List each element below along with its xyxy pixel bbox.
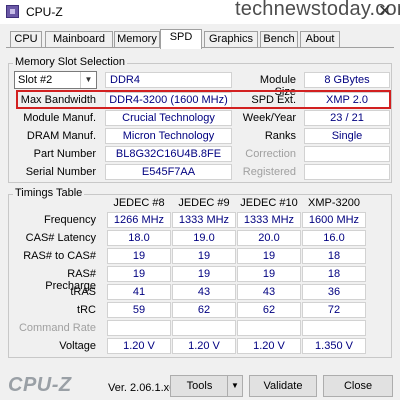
module-manuf-label: Module Manuf. [23, 112, 96, 124]
tab-spd[interactable]: SPD [160, 29, 202, 49]
timings-row-label: Frequency [44, 214, 96, 226]
timings-cell: 41 [107, 284, 171, 300]
tab-mainboard[interactable]: Mainboard [45, 31, 113, 47]
correction-value [304, 146, 390, 162]
timings-cell [237, 320, 301, 336]
timings-cell: 16.0 [302, 230, 366, 246]
timings-cell: 59 [107, 302, 171, 318]
ranks-label: Ranks [264, 130, 296, 142]
memory-slot-group-title: Memory Slot Selection [13, 56, 128, 68]
part-number-label: Part Number [33, 148, 96, 160]
timings-col-header: JEDEC #8 [113, 197, 165, 209]
timings-cell: 36 [302, 284, 366, 300]
timings-cell: 19 [172, 266, 236, 282]
timings-cell: 72 [302, 302, 366, 318]
watermark: technewstoday.com [235, 0, 400, 20]
correction-label: Correction [245, 148, 296, 160]
timings-cell: 19 [107, 266, 171, 282]
module-size-value: 8 GBytes [304, 72, 390, 88]
tab-cpu[interactable]: CPU [10, 31, 42, 47]
title-bar: CPU-Z technewstoday.com ✕ [0, 0, 400, 24]
timings-cell: 19 [237, 248, 301, 264]
timings-cell: 19 [237, 266, 301, 282]
timings-col-header: XMP-3200 [308, 197, 360, 209]
serial-number-label: Serial Number [25, 166, 96, 178]
close-button[interactable]: Close [323, 375, 393, 397]
part-number-value: BL8G32C16U4B.8FE [105, 146, 232, 162]
dram-manuf-label: DRAM Manuf. [26, 130, 96, 142]
ranks-value: Single [304, 128, 390, 144]
timings-row-label: RAS# to CAS# [23, 250, 96, 262]
close-window-icon[interactable]: ✕ [378, 1, 391, 21]
timings-cell: 1266 MHz [107, 212, 171, 228]
module-manuf-value: Crucial Technology [105, 110, 232, 126]
slot-select-value: Slot #2 [18, 74, 53, 86]
timings-group-title: Timings Table [13, 187, 85, 199]
timings-cell [302, 320, 366, 336]
tools-button[interactable]: Tools ▼ [170, 375, 243, 397]
validate-button[interactable]: Validate [249, 375, 317, 397]
cpuz-logo: CPU-Z [8, 374, 72, 396]
chevron-down-icon[interactable]: ▼ [80, 72, 96, 88]
timings-cell: 43 [172, 284, 236, 300]
timings-cell: 62 [172, 302, 236, 318]
week-year-label: Week/Year [242, 112, 296, 124]
timings-cell: 43 [237, 284, 301, 300]
timings-cell: 1.20 V [237, 338, 301, 354]
timings-row-label: Voltage [59, 340, 96, 352]
tab-memory[interactable]: Memory [114, 31, 160, 47]
registered-value [304, 164, 390, 180]
timings-row-label: CAS# Latency [25, 232, 96, 244]
timings-col-header: JEDEC #10 [240, 197, 298, 209]
timings-cell: 19 [172, 248, 236, 264]
timings-row-label: tRC [77, 304, 96, 316]
timings-cell [172, 320, 236, 336]
timings-cell: 1333 MHz [237, 212, 301, 228]
tab-about[interactable]: About [300, 31, 340, 47]
timings-col-header: JEDEC #9 [178, 197, 230, 209]
timings-cell: 1600 MHz [302, 212, 366, 228]
timings-cell: 1.350 V [302, 338, 366, 354]
tools-button-label: Tools [186, 380, 213, 392]
dram-manuf-value: Micron Technology [105, 128, 232, 144]
chevron-down-icon[interactable]: ▼ [227, 376, 242, 396]
timings-cell: 1.20 V [172, 338, 236, 354]
timings-cell: 18 [302, 266, 366, 282]
registered-label: Registered [242, 166, 296, 178]
timings-cell: 1.20 V [107, 338, 171, 354]
timings-cell: 18.0 [107, 230, 171, 246]
timings-cell: 62 [237, 302, 301, 318]
cpuz-app-icon [6, 5, 19, 18]
timings-cell: 20.0 [237, 230, 301, 246]
memory-type-value: DDR4 [105, 72, 232, 88]
tab-bench[interactable]: Bench [260, 31, 298, 47]
timings-cell: 18 [302, 248, 366, 264]
timings-cell [107, 320, 171, 336]
serial-number-value: E545F7AA [105, 164, 232, 180]
window-title: CPU-Z [26, 5, 63, 19]
highlight-box [16, 90, 391, 109]
week-year-value: 23 / 21 [304, 110, 390, 126]
timings-cell: 1333 MHz [172, 212, 236, 228]
timings-cell: 19.0 [172, 230, 236, 246]
tab-graphics[interactable]: Graphics [204, 31, 258, 47]
timings-row-label: tRAS [70, 286, 96, 298]
timings-row-label: Command Rate [18, 322, 96, 334]
timings-cell: 19 [107, 248, 171, 264]
slot-select[interactable]: Slot #2 ▼ [14, 71, 97, 89]
